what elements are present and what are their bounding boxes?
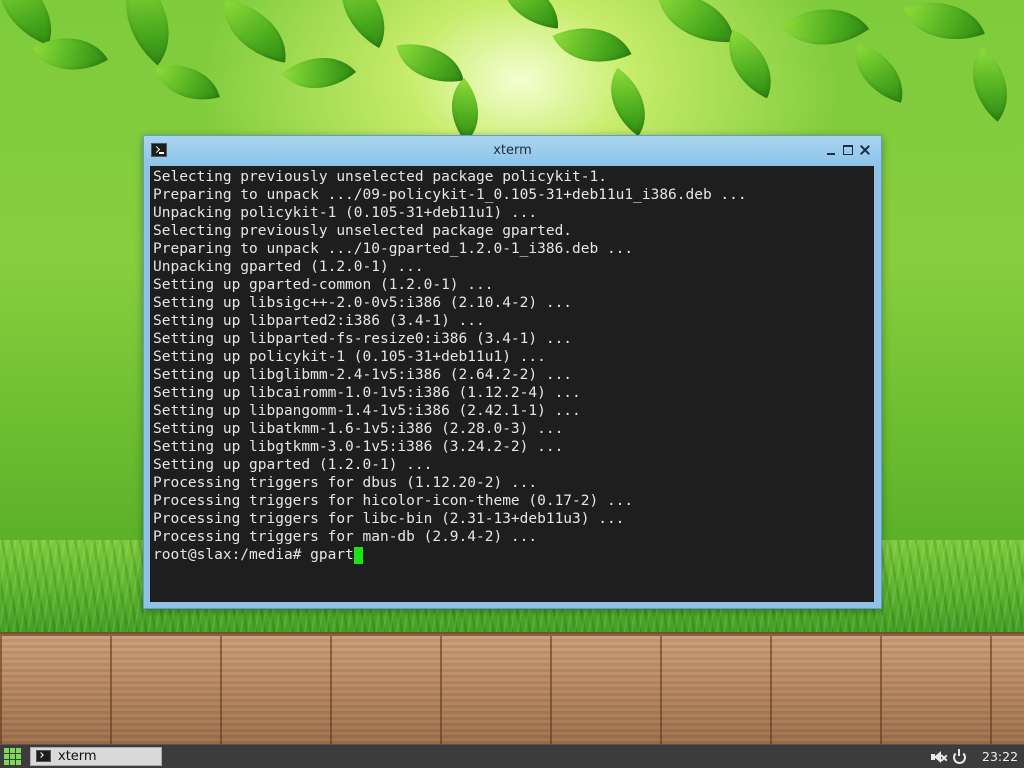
terminal-line: Processing triggers for dbus (1.12.20-2)…	[153, 475, 538, 491]
power-icon[interactable]	[952, 749, 967, 764]
wallpaper-leaf	[903, 0, 985, 58]
terminal-line: Preparing to unpack .../09-policykit-1_0…	[153, 187, 747, 203]
xterm-window[interactable]: xterm Selecting previously unselected pa…	[143, 135, 882, 609]
minimize-button[interactable]	[824, 143, 838, 157]
terminal-line: Setting up policykit-1 (0.105-31+deb11u1…	[153, 349, 546, 365]
terminal-line: Selecting previously unselected package …	[153, 169, 607, 185]
terminal-line: Processing triggers for libc-bin (2.31-1…	[153, 511, 625, 527]
wallpaper-leaf	[657, 0, 735, 49]
terminal-input[interactable]: gpart	[310, 546, 354, 564]
terminal-line: Setting up libglibmm-2.4-1v5:i386 (2.64.…	[153, 367, 573, 383]
window-title: xterm	[493, 143, 532, 158]
close-button[interactable]	[858, 143, 872, 157]
app-grid-icon[interactable]	[4, 748, 22, 766]
wallpaper-leaf	[951, 46, 1024, 122]
terminal-line: Processing triggers for hicolor-icon-the…	[153, 493, 634, 509]
terminal-line: Setting up gparted (1.2.0-1) ...	[153, 457, 433, 473]
window-titlebar[interactable]: xterm	[144, 136, 881, 166]
taskbar-item-xterm[interactable]: xterm	[30, 747, 162, 766]
terminal-line: Setting up libatkmm-1.6-1v5:i386 (2.28.0…	[153, 421, 564, 437]
wallpaper-leaf	[321, 0, 405, 49]
terminal-line: Unpacking policykit-1 (0.105-31+deb11u1)…	[153, 205, 538, 221]
terminal-line: Setting up libcairomm-1.0-1v5:i386 (1.12…	[153, 385, 581, 401]
wallpaper-leaf	[592, 67, 664, 137]
maximize-button[interactable]	[841, 143, 855, 157]
terminal-cursor	[353, 547, 363, 564]
terminal-line: Preparing to unpack .../10-gparted_1.2.0…	[153, 241, 634, 257]
terminal-output[interactable]: Selecting previously unselected package …	[150, 166, 874, 602]
terminal-line: Setting up libgtkmm-3.0-1v5:i386 (3.24.2…	[153, 439, 564, 455]
terminal-line: Setting up libpangomm-1.4-1v5:i386 (2.42…	[153, 403, 581, 419]
wallpaper-leaf	[282, 36, 356, 110]
wallpaper-leaf	[433, 77, 497, 143]
terminal-line: Processing triggers for man-db (2.9.4-2)…	[153, 529, 538, 545]
volume-muted-icon[interactable]	[930, 749, 946, 765]
terminal-line: Unpacking gparted (1.2.0-1) ...	[153, 259, 424, 275]
terminal-prompt: root@slax:/media#	[153, 547, 311, 563]
terminal-line: Setting up libparted2:i386 (3.4-1) ...	[153, 313, 485, 329]
terminal-line: Setting up libparted-fs-resize0:i386 (3.…	[153, 331, 573, 347]
terminal-icon	[36, 750, 51, 762]
wallpaper-leaf	[845, 43, 913, 103]
taskbar-clock[interactable]: 23:22	[982, 749, 1018, 764]
taskbar: xterm 23:22	[0, 744, 1024, 768]
wallpaper-leaf	[498, 0, 562, 29]
taskbar-item-label: xterm	[58, 749, 97, 764]
wallpaper-leaf	[396, 35, 464, 91]
terminal-line: Setting up gparted-common (1.2.0-1) ...	[153, 277, 494, 293]
terminal-line: Setting up libsigc++-2.0-0v5:i386 (2.10.…	[153, 295, 573, 311]
wallpaper-leaf	[100, 0, 195, 66]
wallpaper-wooden-floor	[0, 636, 1024, 744]
terminal-prompt-line[interactable]: root@slax:/media# gpart	[153, 546, 874, 564]
wallpaper-leaf	[155, 53, 220, 112]
wallpaper-leaf	[216, 0, 294, 63]
terminal-line: Selecting previously unselected package …	[153, 223, 573, 239]
